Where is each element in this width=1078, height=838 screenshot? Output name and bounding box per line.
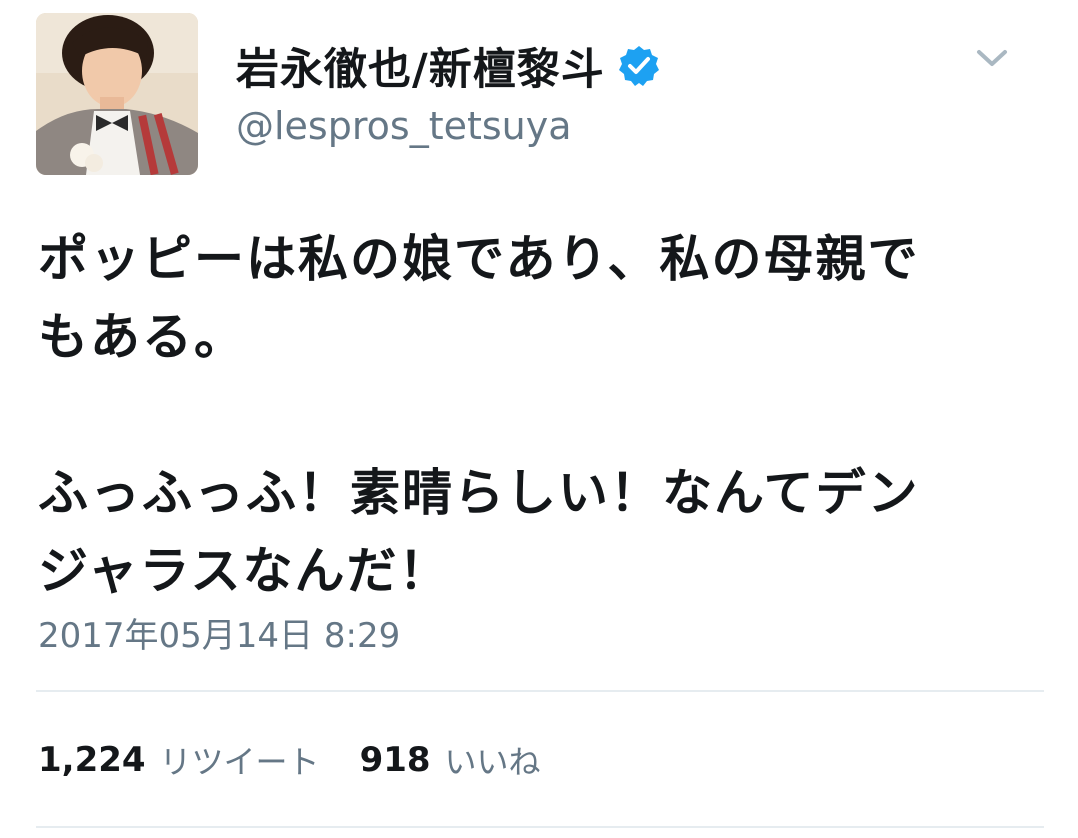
tweet-menu-button[interactable] <box>972 38 1012 78</box>
tweet-text-line: ジャラスなんだ！ <box>38 542 451 600</box>
retweet-count[interactable]: 1,224 <box>38 740 146 780</box>
divider <box>36 826 1044 828</box>
tweet-card: 岩永徹也/新檀黎斗 @lespros_tetsuya ポッピーは私の娘であり、私… <box>0 0 1078 838</box>
divider <box>36 690 1044 692</box>
like-label[interactable]: いいね <box>445 737 541 783</box>
like-count[interactable]: 918 <box>360 740 431 780</box>
chevron-down-icon <box>977 50 1007 66</box>
avatar[interactable] <box>36 13 198 175</box>
tweet-text-line: ポッピーは私の娘であり、私の母親で <box>38 230 920 288</box>
display-name[interactable]: 岩永徹也/新檀黎斗 <box>236 35 605 97</box>
verified-badge-icon <box>617 44 661 88</box>
avatar-photo <box>36 13 198 175</box>
tweet-stats: 1,224 リツイート 918 いいね <box>38 735 581 785</box>
user-name-row: 岩永徹也/新檀黎斗 <box>236 36 661 96</box>
retweet-label[interactable]: リツイート <box>160 737 320 783</box>
tweet-text-line: もある。 <box>38 308 246 366</box>
tweet-timestamp[interactable]: 2017年05月14日 8:29 <box>38 608 400 657</box>
tweet-text-line: ふっふっふ！素晴らしい！なんてデン <box>38 464 920 522</box>
user-handle[interactable]: @lespros_tetsuya <box>236 104 572 148</box>
tweet-text: ポッピーは私の娘であり、私の母親で もある。 ふっふっふ！素晴らしい！なんてデン… <box>38 220 1048 610</box>
